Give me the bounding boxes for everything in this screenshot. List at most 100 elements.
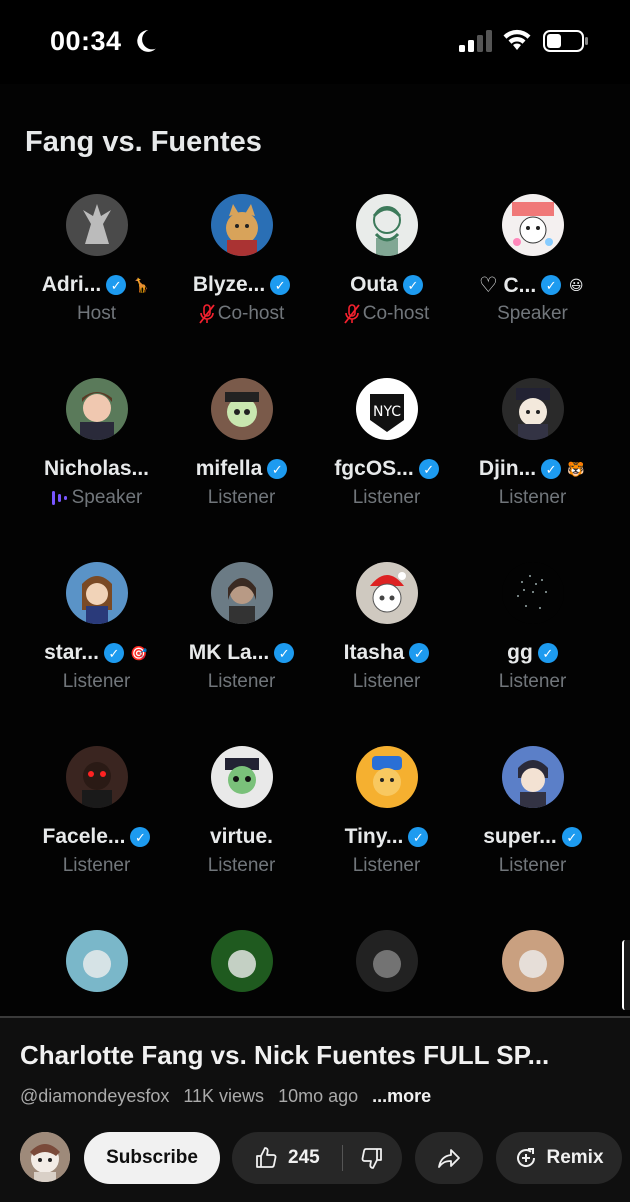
participant-avatar[interactable] (502, 746, 564, 808)
participant-name-row: gg ✓ (460, 638, 605, 668)
participant-role-row: Listener (169, 484, 314, 512)
participant-avatar[interactable]: NYC (356, 378, 418, 440)
participant-name-row: Nicholas... (24, 454, 169, 484)
participant-avatar[interactable] (356, 562, 418, 624)
moon-icon (137, 30, 156, 52)
channel-handle[interactable]: @diamondeyesfox (20, 1086, 169, 1107)
participant-role-row: Listener (24, 668, 169, 696)
participant-name-row: Outa ✓ (314, 270, 459, 300)
participant-role: Listener (207, 487, 276, 508)
verified-icon: ✓ (561, 827, 582, 847)
participant-avatar[interactable] (66, 378, 128, 440)
participant-avatar[interactable] (66, 562, 128, 624)
share-button[interactable] (415, 1132, 483, 1184)
participant-card[interactable]: MK La... ✓ Listener (169, 562, 314, 732)
participant-card[interactable]: ♡ C... ✓ 😃 Speaker (460, 194, 605, 364)
participant-name: fgcOS... (334, 457, 414, 480)
remix-button[interactable]: Remix (496, 1132, 622, 1184)
participant-card[interactable]: super... ✓ Listener (460, 746, 605, 916)
participant-name: Nicholas... (43, 457, 150, 480)
participant-name: Adri... (41, 273, 102, 296)
participant-avatar[interactable] (502, 378, 564, 440)
participant-avatar[interactable] (66, 746, 128, 808)
participant-card[interactable]: Djin... ✓ 🐯 Listener (460, 378, 605, 548)
participant-role-row: Listener (314, 668, 459, 696)
participant-role-row: Listener (314, 852, 459, 880)
verified-icon: ✓ (103, 643, 124, 663)
participant-avatar[interactable] (356, 194, 418, 256)
participant-avatar[interactable] (356, 930, 418, 992)
more-link[interactable]: ...more (372, 1086, 431, 1107)
participant-avatar[interactable] (356, 746, 418, 808)
profile-badge-icon: 🦒 (132, 277, 150, 293)
participant-role: Listener (207, 671, 276, 692)
participant-card[interactable]: Blyze... ✓ Co-host (169, 194, 314, 364)
participant-name: ♡ C... (478, 273, 537, 297)
video-meta: @diamondeyesfox 11K views 10mo ago ...mo… (20, 1086, 431, 1107)
video-title[interactable]: Charlotte Fang vs. Nick Fuentes FULL SP.… (20, 1040, 610, 1071)
participant-card[interactable]: NYC fgcOS... ✓ Listener (314, 378, 459, 548)
participant-name-row: ♡ C... ✓ 😃 (460, 270, 605, 300)
svg-text:NYC: NYC (373, 404, 401, 420)
verified-icon: ✓ (130, 827, 151, 847)
video-player[interactable]: Fang vs. Fuentes Adri... ✓ 🦒 Host Blyze... ✓ C… (0, 84, 630, 1016)
participant-role: Listener (62, 671, 131, 692)
participant-card[interactable]: Facele... ✓ Listener (24, 746, 169, 916)
channel-avatar[interactable] (20, 1132, 70, 1182)
participant-card[interactable]: Adri... ✓ 🦒 Host (24, 194, 169, 364)
participant-role-row: Listener (169, 668, 314, 696)
participant-role-row: Co-host (314, 300, 459, 328)
verified-icon: ✓ (409, 643, 430, 663)
like-button[interactable]: 245 (232, 1132, 342, 1184)
participant-avatar[interactable] (211, 194, 273, 256)
participant-avatar[interactable] (502, 562, 564, 624)
verified-icon: ✓ (541, 459, 562, 479)
participant-card[interactable]: Itasha ✓ Listener (314, 562, 459, 732)
participant-avatar[interactable] (502, 930, 564, 992)
like-dislike-pill: 245 (232, 1132, 402, 1184)
participant-name-row: Blyze... ✓ (169, 270, 314, 300)
participant-name: super... (483, 825, 557, 848)
participant-name: mifella (195, 457, 263, 480)
channel-avatar-image (20, 1132, 70, 1182)
participant-role-row: Listener (24, 852, 169, 880)
participant-role: Host (76, 303, 117, 324)
participant-card[interactable]: Outa ✓ Co-host (314, 194, 459, 364)
participant-avatar[interactable] (66, 930, 128, 992)
edge-handle[interactable] (622, 940, 630, 1010)
participant-role: Co-host (217, 303, 285, 324)
video-info: Charlotte Fang vs. Nick Fuentes FULL SP.… (0, 1016, 630, 1202)
participant-avatar[interactable] (66, 194, 128, 256)
action-bar: Subscribe 245 Remix (0, 1130, 630, 1186)
status-time: 00:34 (50, 26, 122, 56)
participant-role: Listener (498, 855, 567, 876)
subscribe-button[interactable]: Subscribe (84, 1132, 220, 1184)
participant-name: MK La... (188, 641, 270, 664)
participant-card[interactable]: star... ✓ 🎯 Listener (24, 562, 169, 732)
participant-role: Speaker (71, 487, 143, 508)
mic-off-icon (199, 304, 215, 324)
participants-grid: Adri... ✓ 🦒 Host Blyze... ✓ Co-host Outa ✓ Co-hos… (0, 84, 630, 1016)
participant-avatar[interactable] (211, 930, 273, 992)
dislike-button[interactable] (343, 1132, 401, 1184)
participant-avatar[interactable] (211, 378, 273, 440)
participant-role-row: Listener (460, 484, 605, 512)
participant-avatar[interactable] (211, 562, 273, 624)
participant-card[interactable]: virtue. Listener (169, 746, 314, 916)
participant-card[interactable]: Tiny... ✓ Listener (314, 746, 459, 916)
participant-name-row: Adri... ✓ 🦒 (24, 270, 169, 300)
participant-avatar[interactable] (211, 746, 273, 808)
verified-icon: ✓ (418, 459, 439, 479)
participant-role: Listener (352, 855, 421, 876)
status-bar: 00:34 (0, 0, 630, 84)
participant-role-row: Host (24, 300, 169, 328)
participant-card[interactable]: mifella ✓ Listener (169, 378, 314, 548)
participant-name: Djin... (478, 457, 537, 480)
participant-card[interactable]: Nicholas... Speaker (24, 378, 169, 548)
like-count: 245 (288, 1147, 320, 1168)
participant-avatar[interactable] (502, 194, 564, 256)
signal-icon (459, 30, 492, 52)
participant-name-row: Tiny... ✓ (314, 822, 459, 852)
verified-icon: ✓ (267, 459, 288, 479)
participant-card[interactable]: gg ✓ Listener (460, 562, 605, 732)
